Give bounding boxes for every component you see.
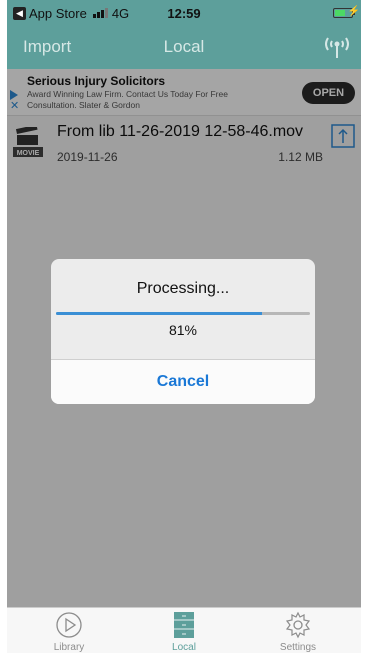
page-title: Local <box>163 37 205 56</box>
progress-fill <box>56 312 262 315</box>
stack-drawer-icon <box>174 612 194 638</box>
tab-library[interactable]: Library <box>29 608 109 653</box>
back-to-app-icon[interactable]: ◀ <box>13 6 26 20</box>
tab-settings-label: Settings <box>279 642 317 653</box>
carrier-label: 4G <box>111 5 130 21</box>
back-app-label[interactable]: App Store <box>29 6 87 21</box>
cancel-button[interactable]: Cancel <box>51 359 315 404</box>
nav-bar: Import Local <box>7 26 361 69</box>
signal-icon <box>92 8 108 18</box>
progress-track <box>56 312 310 315</box>
play-circle-icon <box>56 612 82 638</box>
tab-library-label: Library <box>53 642 85 653</box>
tab-bar: Library Local Settings <box>7 607 361 653</box>
tab-local[interactable]: Local <box>144 608 224 653</box>
tab-local-label: Local <box>172 642 196 653</box>
charging-icon: ⚡ <box>347 6 360 17</box>
processing-dialog: Processing... 81% Cancel <box>51 259 315 404</box>
wifi-broadcast-icon[interactable] <box>323 33 351 61</box>
tab-settings[interactable]: Settings <box>258 608 338 653</box>
status-bar: ◀ App Store 4G 12:59 ⚡ <box>7 0 361 26</box>
dialog-title: Processing... <box>136 280 230 297</box>
progress-percent: 81% <box>168 322 198 338</box>
gear-icon <box>285 611 311 639</box>
